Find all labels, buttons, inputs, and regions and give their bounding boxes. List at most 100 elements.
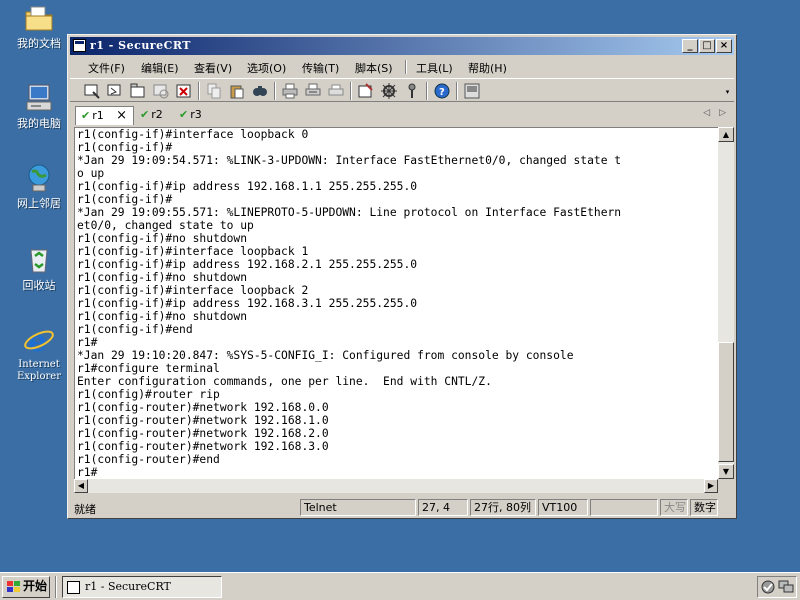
connect-tab-icon[interactable] <box>130 83 146 99</box>
connected-check-icon: ✔ <box>81 109 91 122</box>
status-caps: 大写 <box>660 499 688 516</box>
status-blank <box>590 499 658 516</box>
scroll-right-button[interactable]: ▶ <box>704 479 718 493</box>
menu-view[interactable]: 查看(V) <box>194 60 232 76</box>
menu-options[interactable]: 选项(O) <box>247 60 286 76</box>
status-terminal-type: VT100 <box>538 499 588 516</box>
keymap-icon[interactable] <box>404 83 420 99</box>
taskbar-separator <box>55 576 57 598</box>
connect-icon[interactable] <box>84 83 100 99</box>
quick-connect-icon[interactable] <box>107 83 123 99</box>
desktop-icon-my-computer[interactable]: 我的电脑 <box>6 82 72 130</box>
paste-icon[interactable] <box>229 83 245 99</box>
scroll-thumb[interactable] <box>718 342 734 462</box>
tab-scroll-left-icon[interactable]: ◁ <box>703 108 710 118</box>
my-computer-icon <box>23 82 55 114</box>
menu-script[interactable]: 脚本(S) <box>355 60 393 76</box>
vertical-scrollbar[interactable]: ▲ ▼ <box>718 127 734 479</box>
desktop-icon-label: 回收站 <box>22 279 56 292</box>
print-selection-icon[interactable] <box>305 83 321 99</box>
status-bar: 就绪 Telnet 27, 4 27行, 80列 VT100 大写 数字 <box>70 497 734 517</box>
toolbar-separator <box>456 82 458 100</box>
global-options-icon[interactable] <box>381 83 397 99</box>
print-setup-icon[interactable] <box>328 83 344 99</box>
system-tray <box>757 576 797 598</box>
taskbar-button-label: r1 - SecureCRT <box>85 580 171 593</box>
tab-label: r2 <box>151 108 163 121</box>
status-ready: 就绪 <box>74 503 96 516</box>
network-places-icon <box>23 162 55 194</box>
toolbar-separator <box>198 82 200 100</box>
toolbar-overflow-icon[interactable]: ▾ <box>723 87 732 99</box>
taskbar-button-securecrt[interactable]: r1 - SecureCRT <box>62 576 222 598</box>
help-icon[interactable]: ? <box>434 83 450 99</box>
horizontal-scrollbar[interactable]: ◀ ▶ <box>74 479 718 493</box>
terminal-text: r1(config-if)#interface loopback 0 r1(co… <box>77 128 622 479</box>
my-documents-folder-icon <box>23 2 55 34</box>
scroll-up-button[interactable]: ▲ <box>718 127 734 142</box>
status-protocol: Telnet <box>300 499 416 516</box>
scroll-down-button[interactable]: ▼ <box>718 464 734 479</box>
connected-check-icon: ✔ <box>179 108 189 121</box>
menu-separator <box>405 60 407 74</box>
internet-explorer-icon: e <box>23 324 55 359</box>
session-options-icon[interactable] <box>358 83 374 99</box>
windows-logo-icon <box>7 581 20 592</box>
recycle-bin-icon <box>23 244 55 276</box>
tray-network-icon[interactable] <box>778 580 794 597</box>
svg-text:?: ? <box>439 87 445 98</box>
menu-bar: 文件(F) 编辑(E) 查看(V) 选项(O) 传输(T) 脚本(S) 工具(L… <box>70 57 734 77</box>
menu-transfer[interactable]: 传输(T) <box>302 60 339 76</box>
scroll-corner <box>718 479 734 493</box>
tab-label: r3 <box>190 108 202 121</box>
menu-tools[interactable]: 工具(L) <box>416 60 453 76</box>
connected-check-icon: ✔ <box>140 108 150 121</box>
desktop-icon-my-documents[interactable]: 我的文档 <box>6 2 72 50</box>
taskbar: 开始 r1 - SecureCRT <box>0 572 800 600</box>
desktop-icon-internet-explorer[interactable]: e Internet Explorer <box>6 324 72 383</box>
app-icon[interactable] <box>73 39 86 52</box>
tab-close-icon[interactable]: × <box>116 107 127 125</box>
desktop-icon-label: 我的文档 <box>17 37 61 50</box>
status-size: 27行, 80列 <box>470 499 536 516</box>
close-button[interactable]: × <box>716 39 732 53</box>
tab-r2[interactable]: ✔ r2 <box>140 106 174 125</box>
desktop-icon-label: Internet Explorer <box>16 359 62 382</box>
tab-r3[interactable]: ✔ r3 <box>179 106 213 125</box>
menu-help[interactable]: 帮助(H) <box>468 60 507 76</box>
securecrt-app-icon <box>67 581 80 594</box>
toolbar-separator <box>350 82 352 100</box>
tab-scroll-right-icon[interactable]: ▷ <box>719 108 726 118</box>
toolbar-separator <box>426 82 428 100</box>
maximize-button[interactable]: □ <box>699 39 715 53</box>
toolbar-separator <box>274 82 276 100</box>
desktop-icon-label: 网上邻居 <box>17 197 61 210</box>
terminal-output[interactable]: r1(config-if)#interface loopback 0 r1(co… <box>74 127 718 479</box>
title-bar[interactable]: r1 - SecureCRT _ □ × <box>70 37 734 55</box>
menu-file[interactable]: 文件(F) <box>88 60 125 76</box>
menu-edit[interactable]: 编辑(E) <box>141 60 179 76</box>
tab-bar: ✔ r1 × ✔ r2 ✔ r3 ◁ ▷ <box>70 104 734 126</box>
print-icon[interactable] <box>282 83 298 99</box>
reconnect-icon[interactable] <box>153 83 169 99</box>
find-icon[interactable] <box>252 83 268 99</box>
sftp-icon[interactable] <box>464 83 480 99</box>
desktop-icon-label: 我的电脑 <box>17 117 61 130</box>
toolbar: ? ▾ <box>70 78 734 102</box>
start-label: 开始 <box>23 579 48 593</box>
desktop-icon-network-places[interactable]: 网上邻居 <box>6 162 72 210</box>
start-button[interactable]: 开始 <box>2 576 50 598</box>
tab-label: r1 <box>92 109 104 122</box>
status-cursor: 27, 4 <box>418 499 468 516</box>
securecrt-window: r1 - SecureCRT _ □ × 文件(F) 编辑(E) 查看(V) 选… <box>67 34 737 519</box>
copy-icon[interactable] <box>206 83 222 99</box>
disconnect-icon[interactable] <box>176 83 192 99</box>
scroll-left-button[interactable]: ◀ <box>74 479 88 493</box>
tab-r1[interactable]: ✔ r1 × <box>75 106 134 125</box>
minimize-button[interactable]: _ <box>682 39 698 53</box>
desktop-icon-recycle-bin[interactable]: 回收站 <box>6 244 72 292</box>
svg-text:e: e <box>28 324 47 356</box>
tray-status-icon[interactable] <box>761 580 775 597</box>
window-title: r1 - SecureCRT <box>90 39 191 52</box>
status-num: 数字 <box>690 499 718 516</box>
